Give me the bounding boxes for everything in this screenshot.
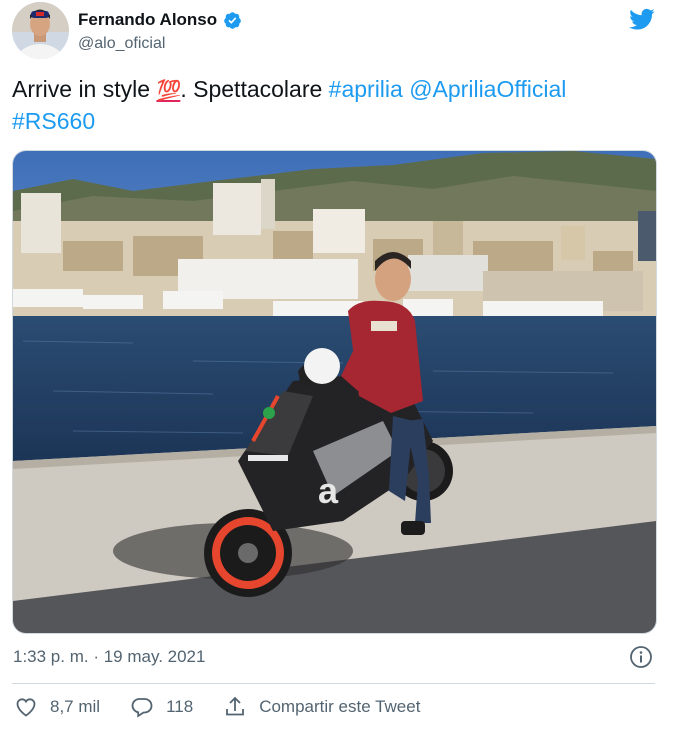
display-name-text[interactable]: Fernando Alonso [78,10,217,30]
tweet-actions: 8,7 mil 118 Compartir este Tweet [14,695,450,719]
divider [12,683,655,684]
tweet-timestamp[interactable]: 1:33 p. m. · 19 may. 2021 [13,647,205,667]
like-count: 8,7 mil [50,697,101,716]
reply-count: 118 [166,697,194,716]
display-name[interactable]: Fernando Alonso [78,10,242,30]
heart-icon [16,698,36,717]
tweet-header: Fernando Alonso @alo_oficial [12,2,663,62]
avatar[interactable] [12,2,69,59]
tweet-text-start: Arrive in style [12,76,157,102]
reply-bubble-icon [131,698,153,718]
reply-button[interactable]: 118 [130,695,193,719]
hundred-points-emoji: 💯 [156,80,181,102]
photo-monaco-harbor-motorcycle: a [13,151,656,633]
mention-apriliaofficial[interactable]: @ApriliaOfficial [409,76,566,102]
tweet-photo[interactable]: a [12,150,657,634]
svg-text:a: a [318,470,339,511]
share-button[interactable]: Compartir este Tweet [223,695,420,719]
tweet-text: Arrive in style 💯. Spettacolare #aprilia… [12,74,652,136]
verified-badge-icon [224,11,241,29]
handle[interactable]: @alo_oficial [78,35,242,53]
like-button[interactable]: 8,7 mil [14,695,100,719]
hashtag-rs660[interactable]: #RS660 [12,108,95,134]
hashtag-aprilia[interactable]: #aprilia [329,76,403,102]
twitter-bird-icon[interactable] [627,6,657,32]
info-icon[interactable] [629,645,653,669]
share-label: Compartir este Tweet [259,697,421,716]
tweet-text-middle: . Spettacolare [180,76,329,102]
share-icon [226,696,245,716]
